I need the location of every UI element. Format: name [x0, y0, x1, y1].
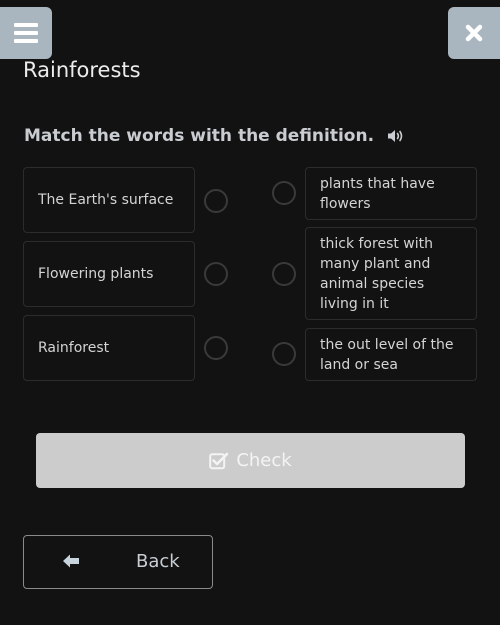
term-card[interactable]: The Earth's surface: [23, 167, 195, 233]
instruction-text: Match the words with the definition.: [24, 126, 375, 146]
check-button[interactable]: Check: [36, 433, 465, 488]
term-card[interactable]: Flowering plants: [23, 241, 195, 307]
close-button[interactable]: [448, 7, 500, 59]
definition-connector-radio[interactable]: [272, 342, 296, 366]
term-label: Rainforest: [38, 340, 110, 356]
menu-button[interactable]: [0, 7, 52, 59]
definition-label: plants that have flowers: [320, 175, 435, 212]
term-card[interactable]: Rainforest: [23, 315, 195, 381]
speaker-icon[interactable]: [387, 128, 405, 144]
question-instruction: Match the words with the definition.: [24, 126, 405, 146]
term-label: The Earth's surface: [38, 192, 174, 208]
checkbox-icon: [209, 452, 229, 470]
back-label: Back: [136, 551, 180, 572]
arrow-left-icon: [62, 553, 80, 569]
back-button[interactable]: Back: [23, 535, 213, 589]
close-x-icon: [465, 24, 483, 42]
hamburger-menu-icon: [14, 23, 38, 43]
definition-card[interactable]: thick forest with many plant and animal …: [305, 227, 477, 320]
term-connector-radio[interactable]: [204, 262, 228, 286]
definition-card[interactable]: plants that have flowers: [305, 167, 477, 220]
check-label: Check: [236, 450, 292, 471]
term-connector-radio[interactable]: [204, 336, 228, 360]
definition-connector-radio[interactable]: [272, 181, 296, 205]
definition-card[interactable]: the out level of the land or sea: [305, 328, 477, 381]
term-label: Flowering plants: [38, 266, 154, 282]
definition-label: the out level of the land or sea: [320, 336, 454, 373]
definition-connector-radio[interactable]: [272, 262, 296, 286]
page-title: Rainforests: [23, 58, 141, 82]
definition-label: thick forest with many plant and animal …: [320, 235, 433, 312]
term-connector-radio[interactable]: [204, 189, 228, 213]
